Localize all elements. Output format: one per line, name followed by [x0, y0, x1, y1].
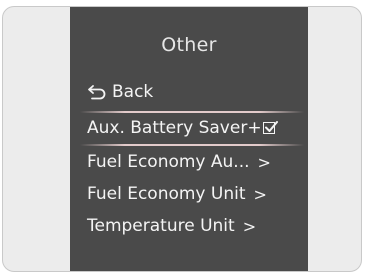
chevron-right-icon: > [242, 216, 257, 236]
menu-item-temperature-unit[interactable]: Temperature Unit > [87, 213, 301, 239]
selection-highlight-top [80, 111, 304, 113]
back-arrow-icon [87, 84, 107, 100]
checkbox-checked-icon[interactable] [262, 121, 278, 134]
menu-item-label: Temperature Unit [87, 216, 235, 236]
menu-item-label: Fuel Economy Unit [87, 184, 246, 204]
menu-title: Other [161, 34, 217, 56]
menu-item-fuel-economy-unit[interactable]: Fuel Economy Unit > [87, 181, 301, 207]
back-button[interactable]: Back [87, 79, 301, 105]
menu-screen: Other Back Aux. Battery Saver+ Fuel Econ… [70, 7, 308, 271]
menu-item-label: Aux. Battery Saver+ [87, 118, 262, 138]
chevron-right-icon: > [257, 152, 271, 172]
back-label: Back [112, 82, 154, 102]
chevron-right-icon: > [253, 184, 267, 204]
menu-item-label: Fuel Economy Au... [87, 152, 250, 172]
display-bezel: Other Back Aux. Battery Saver+ Fuel Econ… [2, 6, 362, 272]
menu-item-fuel-economy-auto[interactable]: Fuel Economy Au... > [87, 149, 301, 175]
menu-item-aux-battery-saver[interactable]: Aux. Battery Saver+ [87, 115, 301, 141]
selection-highlight-bottom [80, 144, 304, 146]
